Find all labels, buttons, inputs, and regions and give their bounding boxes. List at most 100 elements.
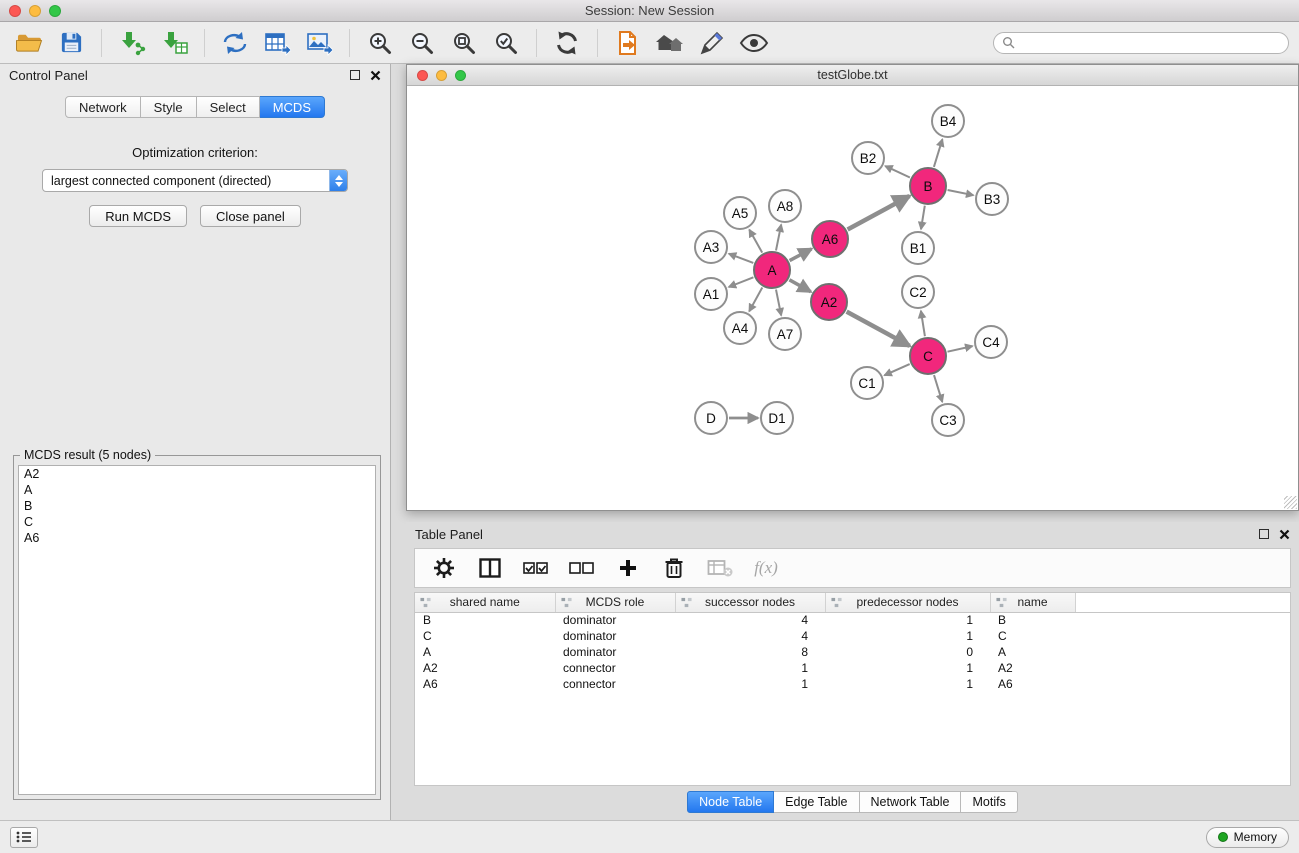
zoom-in-button[interactable] — [361, 26, 399, 60]
edge-A-A8[interactable] — [776, 225, 781, 251]
node-B[interactable]: B — [909, 167, 947, 205]
edge-B-B4[interactable] — [934, 139, 943, 167]
table-cell[interactable]: A6 — [990, 676, 1075, 692]
mcds-result-item[interactable]: A — [19, 482, 375, 498]
table-row[interactable]: Bdominator41B — [415, 612, 1290, 628]
tab-motifs[interactable]: Motifs — [961, 791, 1017, 813]
task-history-button[interactable] — [10, 827, 38, 848]
table-cell[interactable]: dominator — [555, 612, 675, 628]
table-row[interactable]: A2connector11A2 — [415, 660, 1290, 676]
edge-B-B1[interactable] — [921, 206, 925, 230]
edge-B-B3[interactable] — [948, 190, 974, 195]
criterion-dropdown[interactable]: largest connected component (directed) — [42, 169, 348, 192]
node-A1[interactable]: A1 — [694, 277, 728, 311]
node-B3[interactable]: B3 — [975, 182, 1009, 216]
table-row[interactable]: Cdominator41C — [415, 628, 1290, 644]
table-cell[interactable]: A2 — [415, 660, 555, 676]
open-session-button[interactable] — [10, 26, 48, 60]
mcds-result-item[interactable]: A6 — [19, 530, 375, 546]
save-session-button[interactable] — [52, 26, 90, 60]
tab-select[interactable]: Select — [197, 96, 260, 118]
search-input[interactable] — [1020, 36, 1280, 50]
edge-A-A4[interactable] — [749, 288, 762, 312]
table-cell[interactable]: A — [990, 644, 1075, 660]
edge-A-A1[interactable] — [729, 277, 754, 287]
edge-B-B2[interactable] — [885, 166, 910, 178]
node-A5[interactable]: A5 — [723, 196, 757, 230]
table-cell[interactable]: B — [990, 612, 1075, 628]
column-header-mcds-role[interactable]: MCDS role — [555, 593, 675, 612]
node-A4[interactable]: A4 — [723, 311, 757, 345]
zoom-selected-button[interactable] — [487, 26, 525, 60]
table-cell[interactable]: 4 — [675, 628, 825, 644]
node-B4[interactable]: B4 — [931, 104, 965, 138]
run-mcds-button[interactable]: Run MCDS — [89, 205, 187, 227]
minimize-window-button[interactable] — [29, 5, 41, 17]
table-cell[interactable]: 1 — [825, 612, 990, 628]
node-C3[interactable]: C3 — [931, 403, 965, 437]
column-header-successor-nodes[interactable]: successor nodes — [675, 593, 825, 612]
close-panel-icon[interactable] — [1279, 529, 1290, 540]
table-cell[interactable]: 1 — [675, 660, 825, 676]
node-A6[interactable]: A6 — [811, 220, 849, 258]
zoom-network-window-button[interactable] — [455, 70, 466, 81]
column-header-shared-name[interactable]: shared name — [415, 593, 555, 612]
export-table-button[interactable] — [258, 26, 296, 60]
export-network-button[interactable] — [216, 26, 254, 60]
memory-button[interactable]: Memory — [1206, 827, 1289, 848]
edge-A-A6[interactable] — [790, 249, 812, 261]
resize-grip[interactable] — [1284, 496, 1297, 509]
edge-C-C2[interactable] — [921, 311, 925, 336]
node-C4[interactable]: C4 — [974, 325, 1008, 359]
node-B2[interactable]: B2 — [851, 141, 885, 175]
table-cell[interactable]: 4 — [675, 612, 825, 628]
show-graphics-details-button[interactable] — [735, 26, 773, 60]
tab-style[interactable]: Style — [141, 96, 197, 118]
tab-network[interactable]: Network — [65, 96, 141, 118]
close-panel-button[interactable]: Close panel — [200, 205, 301, 227]
table-cell[interactable]: C — [415, 628, 555, 644]
node-D1[interactable]: D1 — [760, 401, 794, 435]
edge-A-A7[interactable] — [776, 290, 781, 316]
home-button[interactable] — [651, 26, 689, 60]
table-cell[interactable]: connector — [555, 676, 675, 692]
show-columns-button[interactable] — [477, 553, 503, 583]
first-neighbors-button[interactable] — [609, 26, 647, 60]
zoom-out-button[interactable] — [403, 26, 441, 60]
edge-C-C4[interactable] — [948, 346, 973, 352]
edge-A-A2[interactable] — [789, 280, 810, 292]
edge-C-C3[interactable] — [934, 375, 942, 402]
delete-column-button[interactable] — [661, 553, 687, 583]
node-A2[interactable]: A2 — [810, 283, 848, 321]
close-window-button[interactable] — [9, 5, 21, 17]
close-network-window-button[interactable] — [417, 70, 428, 81]
float-panel-icon[interactable] — [1259, 529, 1269, 539]
node-C1[interactable]: C1 — [850, 366, 884, 400]
export-image-button[interactable] — [300, 26, 338, 60]
mcds-result-item[interactable]: C — [19, 514, 375, 530]
tab-network-table[interactable]: Network Table — [860, 791, 962, 813]
table-settings-button[interactable] — [431, 553, 457, 583]
column-header-predecessor-nodes[interactable]: predecessor nodes — [825, 593, 990, 612]
edge-A-A5[interactable] — [749, 230, 762, 253]
node-A8[interactable]: A8 — [768, 189, 802, 223]
table-cell[interactable]: C — [990, 628, 1075, 644]
table-cell[interactable]: connector — [555, 660, 675, 676]
zoom-fit-button[interactable] — [445, 26, 483, 60]
node-A7[interactable]: A7 — [768, 317, 802, 351]
float-panel-icon[interactable] — [350, 70, 360, 80]
table-cell[interactable]: dominator — [555, 644, 675, 660]
tab-edge-table[interactable]: Edge Table — [774, 791, 859, 813]
column-header-name[interactable]: name — [990, 593, 1075, 612]
node-A[interactable]: A — [753, 251, 791, 289]
table-cell[interactable]: B — [415, 612, 555, 628]
minimize-network-window-button[interactable] — [436, 70, 447, 81]
delete-table-button[interactable] — [707, 553, 733, 583]
mcds-result-item[interactable]: A2 — [19, 466, 375, 482]
tab-node-table[interactable]: Node Table — [687, 791, 774, 813]
table-cell[interactable]: 1 — [675, 676, 825, 692]
mcds-result-item[interactable]: B — [19, 498, 375, 514]
zoom-window-button[interactable] — [49, 5, 61, 17]
edge-A6-B[interactable] — [848, 196, 910, 230]
table-cell[interactable]: A2 — [990, 660, 1075, 676]
